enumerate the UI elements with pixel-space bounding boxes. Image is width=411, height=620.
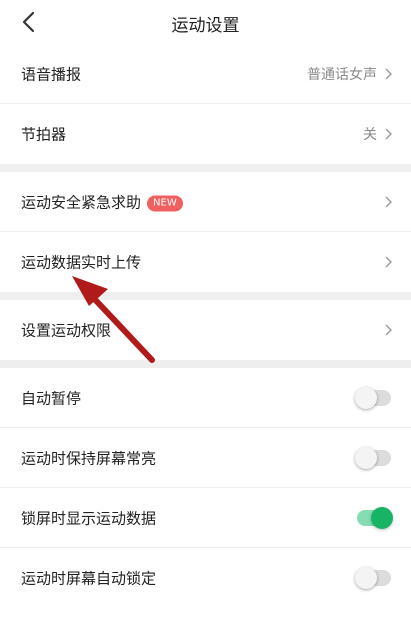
section-divider: [0, 360, 411, 368]
settings-list: 语音播报 普通话女声 节拍器 关 运动安全紧急求助 NEW 运动数据实时上传 设置…: [0, 44, 411, 608]
section-divider: [0, 164, 411, 172]
row-label: 自动暂停: [21, 389, 82, 407]
toggle-knob: [371, 506, 393, 529]
chevron-left-icon: [22, 11, 35, 33]
page-title: 运动设置: [171, 16, 240, 36]
row-label: 运动安全紧急求助 NEW: [21, 191, 183, 212]
emergency-label: 运动安全紧急求助: [21, 193, 142, 211]
keep-screen-on-toggle[interactable]: [355, 446, 391, 469]
chevron-right-icon: [385, 128, 392, 140]
chevron-right-icon: [385, 324, 392, 336]
toggle-knob: [355, 386, 377, 409]
top-bar: 运动设置: [0, 0, 411, 44]
row-label: 运动时保持屏幕常亮: [21, 449, 157, 467]
row-label: 运动时屏幕自动锁定: [21, 569, 157, 588]
emergency-help-row[interactable]: 运动安全紧急求助 NEW: [0, 172, 411, 232]
auto-lock-row: 运动时屏幕自动锁定: [0, 548, 411, 608]
row-label: 锁屏时显示运动数据: [21, 509, 157, 527]
chevron-right-icon: [385, 196, 392, 207]
row-label: 运动数据实时上传: [21, 253, 142, 272]
lockscreen-data-toggle[interactable]: [357, 506, 393, 529]
row-label: 语音播报: [21, 65, 82, 83]
auto-lock-toggle[interactable]: [355, 567, 391, 589]
voice-broadcast-row[interactable]: 语音播报 普通话女声: [0, 44, 411, 104]
section-divider: [0, 292, 411, 300]
permissions-row[interactable]: 设置运动权限: [0, 300, 411, 360]
row-value: 普通话女声: [307, 66, 377, 83]
auto-pause-row: 自动暂停: [0, 368, 411, 428]
realtime-upload-row[interactable]: 运动数据实时上传: [0, 232, 411, 292]
keep-screen-on-row: 运动时保持屏幕常亮: [0, 428, 411, 488]
new-badge: NEW: [147, 195, 183, 211]
back-button[interactable]: [16, 8, 44, 36]
row-label: 设置运动权限: [21, 321, 112, 340]
auto-pause-toggle[interactable]: [355, 386, 391, 409]
chevron-right-icon: [385, 256, 392, 268]
toggle-knob: [355, 446, 377, 469]
row-value: 关: [363, 127, 377, 143]
toggle-knob: [355, 567, 377, 589]
metronome-row[interactable]: 节拍器 关: [0, 104, 411, 164]
lockscreen-data-row: 锁屏时显示运动数据: [0, 488, 411, 548]
chevron-right-icon: [385, 68, 392, 79]
row-label: 节拍器: [21, 125, 67, 144]
